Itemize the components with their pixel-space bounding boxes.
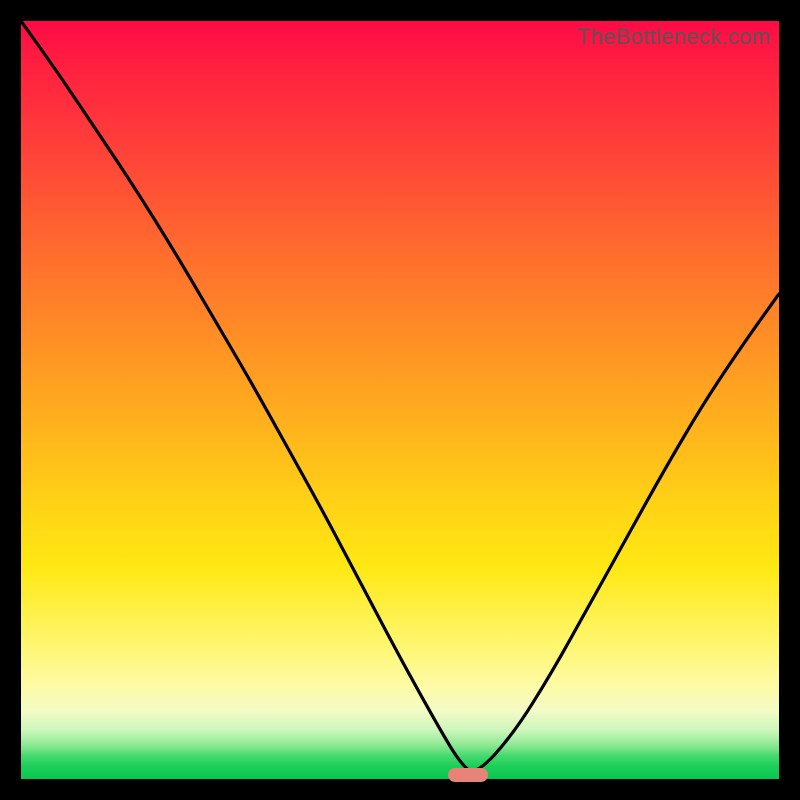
watermark-text: TheBottleneck.com <box>578 24 771 50</box>
bottleneck-curve <box>21 21 779 779</box>
chart-frame: TheBottleneck.com <box>20 20 780 780</box>
curve-path <box>21 21 779 771</box>
gradient-plot-area: TheBottleneck.com <box>21 21 779 779</box>
minimum-marker <box>448 768 488 782</box>
